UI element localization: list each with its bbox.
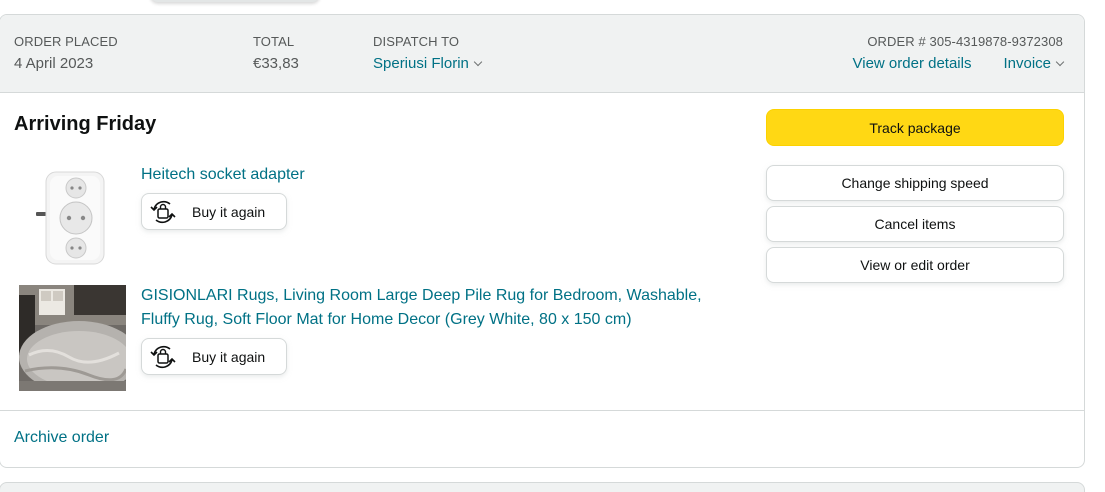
order-card: ORDER PLACED 4 April 2023 TOTAL €33,83 D… bbox=[0, 14, 1085, 468]
view-or-edit-order-button[interactable]: View or edit order bbox=[766, 247, 1064, 283]
order-number-info: ORDER # 305-4319878-9372308 View order d… bbox=[853, 34, 1065, 74]
order-footer: Archive order bbox=[0, 410, 1084, 467]
buy-it-again-label: Buy it again bbox=[192, 203, 266, 220]
total-value: €33,83 bbox=[253, 55, 299, 72]
chevron-down-icon bbox=[1055, 57, 1065, 67]
buy-it-again-label: Buy it again bbox=[192, 348, 266, 365]
order-number: ORDER # 305-4319878-9372308 bbox=[867, 34, 1063, 49]
order-actions: Track package Change shipping speed Canc… bbox=[766, 109, 1064, 283]
invoice-dropdown[interactable]: Invoice bbox=[1003, 54, 1065, 74]
track-package-button[interactable]: Track package bbox=[766, 109, 1064, 146]
order-placed-date: 4 April 2023 bbox=[14, 55, 94, 72]
buy-it-again-button[interactable]: Buy it again bbox=[141, 193, 287, 230]
dispatch-to-recipient-dropdown[interactable]: Speriusi Florin bbox=[373, 54, 483, 74]
view-order-details-link[interactable]: View order details bbox=[853, 54, 972, 74]
total-label: TOTAL bbox=[253, 34, 295, 49]
item-title-link[interactable]: Heitech socket adapter bbox=[141, 163, 305, 187]
socket-adapter-thumbnail[interactable] bbox=[36, 168, 108, 273]
dispatch-recipient-name: Speriusi Florin bbox=[373, 55, 469, 72]
shipment-section: Arriving Friday Heitech socket adapter B… bbox=[0, 93, 1084, 410]
item-title-link[interactable]: GISIONLARI Rugs, Living Room Large Deep … bbox=[141, 284, 741, 332]
dispatch-to-label: DISPATCH TO bbox=[373, 34, 460, 49]
buy-it-again-button[interactable]: Buy it again bbox=[141, 338, 287, 375]
order-placed-label: ORDER PLACED bbox=[14, 34, 118, 49]
previous-card-edge bbox=[150, 0, 320, 2]
buy-again-icon bbox=[150, 345, 176, 368]
chevron-down-icon bbox=[473, 57, 483, 67]
item-title-line: GISIONLARI Rugs, Living Room Large Deep … bbox=[141, 287, 702, 304]
order-total-info: TOTAL €33,83 bbox=[253, 34, 299, 74]
dispatch-to-info: DISPATCH TO Speriusi Florin bbox=[373, 34, 483, 74]
grey-rug-thumbnail[interactable] bbox=[19, 285, 139, 396]
buy-again-icon bbox=[150, 200, 176, 223]
archive-order-link[interactable]: Archive order bbox=[14, 429, 109, 447]
order-placed-info: ORDER PLACED 4 April 2023 bbox=[14, 34, 118, 74]
order-header: ORDER PLACED 4 April 2023 TOTAL €33,83 D… bbox=[0, 15, 1084, 93]
item-title-line: Fluffy Rug, Soft Floor Mat for Home Deco… bbox=[141, 311, 632, 328]
invoice-label: Invoice bbox=[1003, 55, 1051, 72]
delivery-status-heading: Arriving Friday bbox=[14, 113, 157, 135]
next-order-card-edge bbox=[0, 482, 1085, 492]
cancel-items-button[interactable]: Cancel items bbox=[766, 206, 1064, 242]
change-shipping-speed-button[interactable]: Change shipping speed bbox=[766, 165, 1064, 201]
